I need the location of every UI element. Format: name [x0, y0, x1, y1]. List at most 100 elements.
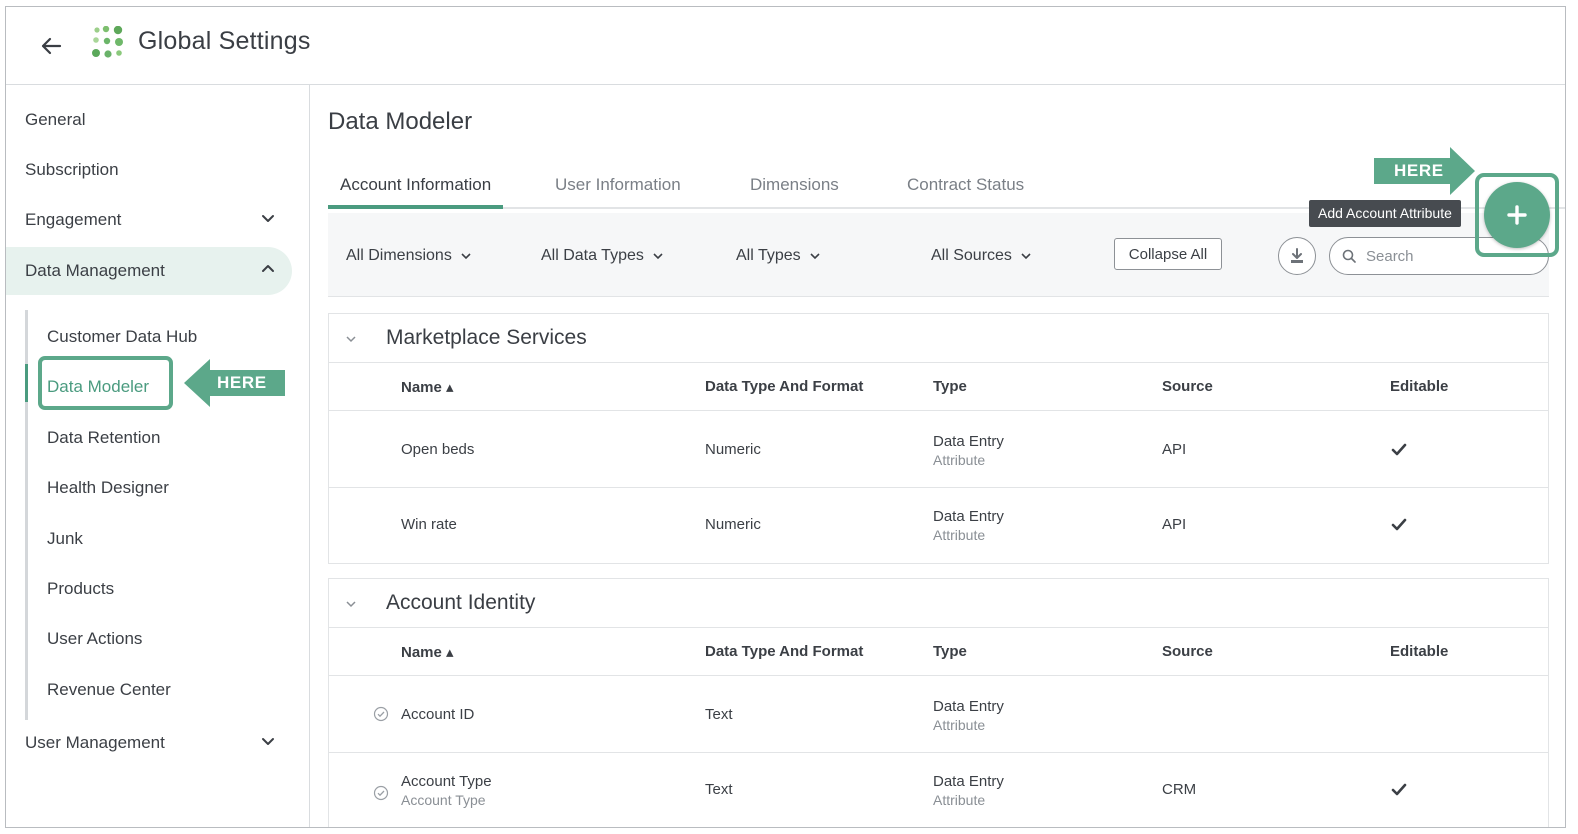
row-source: API [1162, 441, 1187, 458]
settings-sidebar: General Subscription Engagement Data Man… [6, 85, 310, 827]
sidebar-item-label: User Management [25, 733, 165, 752]
highlight-box [38, 356, 173, 410]
sidebar-subitem-health-designer[interactable]: Health Designer [47, 473, 169, 503]
sidebar-item-general[interactable]: General [6, 96, 292, 144]
tab-dimensions[interactable]: Dimensions [750, 165, 839, 209]
column-header-name[interactable]: Name ▴ [401, 378, 454, 396]
sidebar-subitem-data-retention[interactable]: Data Retention [47, 423, 160, 453]
column-header-editable: Editable [1390, 378, 1449, 395]
chevron-down-icon [1021, 253, 1031, 260]
filter-all-dimensions[interactable]: All Dimensions [346, 247, 472, 265]
table-row[interactable]: Win rate Numeric Data Entry Attribute API [328, 488, 1549, 564]
chevron-down-icon[interactable] [345, 333, 357, 345]
chevron-down-icon [260, 210, 276, 226]
row-type: Data Entry Attribute [933, 433, 1004, 468]
back-arrow-icon[interactable] [36, 31, 66, 61]
sidebar-subitem-junk[interactable]: Junk [47, 524, 83, 554]
row-type-sub: Attribute [933, 717, 986, 733]
add-attribute-tooltip: Add Account Attribute [1309, 200, 1461, 227]
row-type-sub: Attribute [933, 792, 986, 808]
section-account-identity: Account Identity Name ▴ Data Type And Fo… [328, 578, 1549, 827]
check-icon [1391, 783, 1407, 796]
row-data-type: Text [705, 706, 733, 723]
tab-account-information[interactable]: Account Information [328, 165, 504, 209]
filter-label: All Data Types [541, 247, 644, 264]
sidebar-subitem-customer-data-hub[interactable]: Customer Data Hub [47, 322, 197, 352]
row-data-type: Numeric [705, 516, 761, 533]
chevron-down-icon [810, 253, 820, 260]
column-header-name[interactable]: Name ▴ [401, 643, 454, 661]
section-title: Marketplace Services [386, 326, 587, 349]
submenu-selected-indicator [25, 364, 28, 402]
row-type-label: Data Entry [933, 773, 1004, 790]
callout-label: HERE [1394, 161, 1444, 180]
chevron-down-icon [461, 253, 471, 260]
table-row[interactable]: Account Type Account Type Text Data Entry… [328, 753, 1549, 827]
page-title: Data Modeler [328, 108, 473, 135]
column-header-source: Source [1162, 378, 1213, 395]
table-row[interactable]: Account ID Text Data Entry Attribute [328, 676, 1549, 753]
row-type-sub: Attribute [933, 452, 986, 468]
row-name: Win rate [401, 516, 457, 533]
chevron-down-icon[interactable] [345, 598, 357, 610]
app-logo-icon [91, 25, 127, 62]
sidebar-subitem-revenue-center[interactable]: Revenue Center [47, 675, 171, 705]
table-row[interactable]: Open beds Numeric Data Entry Attribute AP… [328, 411, 1549, 488]
column-header-type: Type [933, 643, 967, 660]
table-header: Name ▴ Data Type And Format Type Source … [328, 628, 1549, 676]
filter-all-sources[interactable]: All Sources [931, 247, 1032, 265]
chevron-up-icon [260, 261, 276, 277]
sidebar-item-label: Data Management [25, 261, 165, 280]
verified-icon [373, 785, 389, 801]
row-data-type: Text [705, 781, 733, 798]
sidebar-item-subscription[interactable]: Subscription [6, 146, 292, 194]
filter-label: All Dimensions [346, 247, 452, 264]
row-type-label: Data Entry [933, 698, 1004, 715]
sidebar-item-label: Engagement [25, 210, 122, 229]
row-type: Data Entry Attribute [933, 508, 1004, 543]
add-account-attribute-button[interactable] [1484, 182, 1550, 248]
section-title: Account Identity [386, 591, 536, 614]
sidebar-item-label: Subscription [25, 160, 119, 179]
tab-user-information[interactable]: User Information [555, 165, 681, 209]
section-marketplace-services: Marketplace Services Name ▴ Data Type An… [328, 313, 1549, 565]
tab-contract-status[interactable]: Contract Status [907, 165, 1024, 209]
column-label: Name [401, 644, 442, 661]
row-type-sub: Attribute [933, 527, 986, 543]
main-content: Data Modeler Account Information User In… [311, 85, 1565, 827]
column-header-type: Type [933, 378, 967, 395]
row-source: CRM [1162, 781, 1197, 798]
verified-icon [373, 706, 389, 722]
row-name: Open beds [401, 441, 475, 458]
row-type: Data Entry Attribute [933, 773, 1004, 808]
app-title: Global Settings [138, 27, 311, 55]
download-button[interactable] [1278, 237, 1316, 275]
column-header-source: Source [1162, 643, 1213, 660]
filter-label: All Types [736, 247, 801, 264]
check-icon [1391, 443, 1407, 456]
column-label: Name [401, 379, 442, 396]
row-type-label: Data Entry [933, 508, 1004, 525]
check-icon [1391, 518, 1407, 531]
sidebar-subitem-products[interactable]: Products [47, 574, 114, 604]
sidebar-subitem-user-actions[interactable]: User Actions [47, 624, 142, 654]
sidebar-item-user-management[interactable]: User Management [6, 719, 292, 767]
sidebar-item-data-management[interactable]: Data Management [6, 247, 292, 295]
sidebar-item-engagement[interactable]: Engagement [6, 196, 292, 244]
app-window: Global Settings General Subscription Eng… [5, 6, 1566, 828]
row-type: Data Entry Attribute [933, 698, 1004, 733]
chevron-down-icon [260, 733, 276, 749]
filter-all-data-types[interactable]: All Data Types [541, 247, 664, 265]
filter-all-types[interactable]: All Types [736, 247, 821, 265]
collapse-all-button[interactable]: Collapse All [1114, 238, 1222, 270]
filter-label: All Sources [931, 247, 1012, 264]
download-icon [1291, 248, 1303, 263]
section-header[interactable]: Marketplace Services [328, 313, 1549, 363]
top-header: Global Settings [6, 7, 1565, 85]
column-header-data-type: Data Type And Format [705, 643, 864, 660]
section-header[interactable]: Account Identity [328, 578, 1549, 628]
row-name: Account Type Account Type [401, 773, 492, 808]
search-icon [1342, 249, 1356, 263]
row-type-label: Data Entry [933, 433, 1004, 450]
callout-label: HERE [217, 373, 267, 392]
